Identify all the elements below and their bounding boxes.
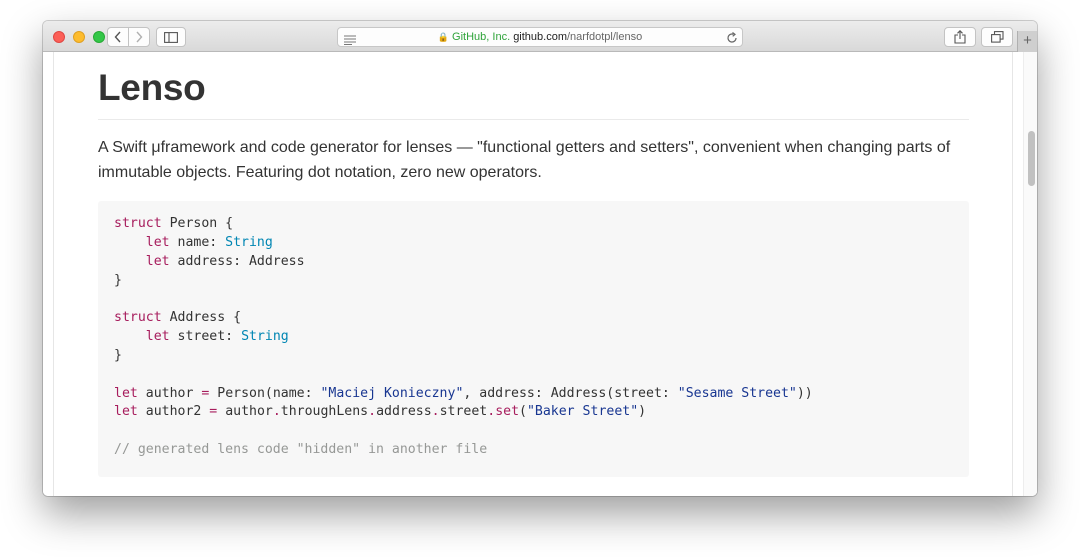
code-token: // generated lens code "hidden" in anoth… (114, 442, 488, 458)
browser-window: 🔒 GitHub, Inc. github.com/narfdotpl/lens… (43, 21, 1037, 496)
code-line: struct Person { (114, 215, 953, 234)
address-bar[interactable]: 🔒 GitHub, Inc. github.com/narfdotpl/lens… (337, 27, 743, 47)
share-icon (954, 30, 966, 44)
forward-button[interactable] (128, 27, 150, 47)
code-token: Person(name: (209, 385, 321, 401)
code-token: . (487, 404, 496, 420)
minimize-window-button[interactable] (73, 31, 85, 43)
code-line: } (114, 272, 953, 291)
code-token: let (114, 404, 138, 420)
code-token: Address { (161, 310, 242, 326)
code-line: } (114, 347, 953, 366)
content-border-left (53, 52, 54, 496)
code-token: String (225, 234, 273, 250)
code-token: author2 (137, 404, 210, 420)
code-block: struct Person { let name: String let add… (98, 201, 969, 477)
vertical-scrollbar[interactable] (1023, 52, 1037, 496)
code-token: street (439, 404, 488, 420)
code-token: } (114, 272, 122, 288)
code-token: let (145, 253, 170, 269)
code-token: let (145, 234, 170, 250)
code-line: let address: Address (114, 253, 953, 272)
zoom-window-button[interactable] (93, 31, 105, 43)
code-token: author (137, 385, 202, 401)
readme-description: A Swift μframework and code generator fo… (98, 139, 951, 181)
title-divider (98, 119, 969, 120)
content-border-right (1012, 52, 1013, 496)
code-token: street: (169, 329, 242, 345)
sidebar-toggle-button[interactable] (156, 27, 186, 47)
readme-title: Lenso (98, 67, 206, 108)
reload-icon[interactable] (726, 31, 738, 49)
code-line: // generated lens code "hidden" in anoth… (114, 441, 953, 460)
code-token: , address: Address(street: (463, 385, 678, 401)
sidebar-icon (164, 31, 178, 43)
lock-icon: 🔒 (437, 32, 449, 42)
code-token: . (272, 404, 281, 420)
code-token: author (217, 404, 273, 420)
scrollbar-thumb[interactable] (1028, 131, 1035, 186)
code-token: address: Address (169, 253, 305, 269)
code-token: . (368, 404, 377, 420)
url-host: github.com (513, 31, 567, 43)
new-tab-button[interactable]: + (1017, 31, 1037, 52)
code-token: String (241, 329, 289, 345)
url-display[interactable]: 🔒 GitHub, Inc. github.com/narfdotpl/lens… (338, 31, 742, 44)
code-token: struct (114, 310, 162, 326)
code-line: let author = Person(name: "Maciej Koniec… (114, 385, 953, 404)
code-token: "Sesame Street" (677, 385, 797, 401)
code-token: throughLens (280, 404, 369, 420)
code-token: set (495, 404, 520, 420)
code-token: "Baker Street" (526, 404, 639, 420)
code-token: struct (114, 216, 162, 231)
code-token: Person { (161, 216, 234, 231)
code-token: address (376, 404, 432, 420)
code-token: } (114, 347, 122, 363)
back-button[interactable] (107, 27, 129, 47)
back-icon (114, 31, 121, 43)
browser-toolbar: 🔒 GitHub, Inc. github.com/narfdotpl/lens… (43, 21, 1037, 52)
url-path: /narfdotpl/lenso (567, 31, 643, 43)
code-token: "Maciej Konieczny" (320, 385, 464, 401)
close-window-button[interactable] (53, 31, 65, 43)
show-tabs-button[interactable] (981, 27, 1013, 47)
forward-icon (136, 31, 143, 43)
code-token: )) (796, 385, 813, 401)
code-token: . (431, 404, 440, 420)
code-token: let (114, 385, 138, 401)
code-line: let author2 = author.throughLens.address… (114, 403, 953, 422)
code-line: let street: String (114, 328, 953, 347)
code-line: let name: String (114, 234, 953, 253)
certificate-org: GitHub, Inc. (452, 31, 511, 43)
tabs-icon (990, 31, 1004, 43)
code-token: let (145, 329, 170, 345)
share-button[interactable] (944, 27, 976, 47)
code-token: ( (519, 404, 527, 420)
page-viewport: Lenso A Swift μframework and code genera… (43, 52, 1037, 496)
code-line: struct Address { (114, 309, 953, 328)
code-token: name: (169, 234, 226, 250)
code-token: ) (638, 404, 647, 420)
